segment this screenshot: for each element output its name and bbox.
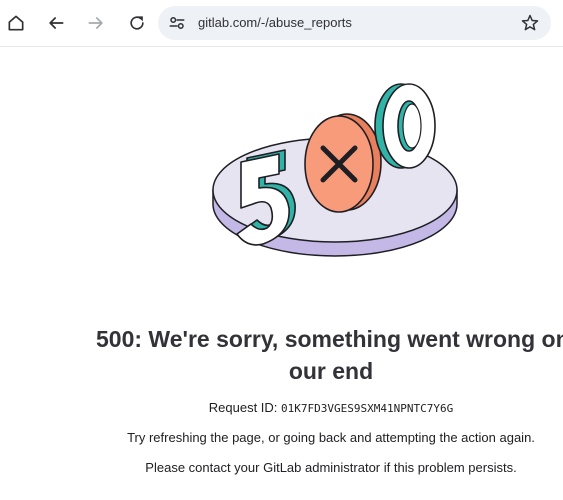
reload-icon bbox=[130, 16, 144, 30]
forward-button[interactable] bbox=[81, 8, 111, 38]
home-icon bbox=[8, 15, 24, 31]
digit-zero bbox=[374, 83, 436, 169]
reload-button[interactable] bbox=[122, 8, 152, 38]
error-title-line1: 500: We're sorry, something went wrong o… bbox=[96, 326, 563, 352]
error-title: 500: We're sorry, something went wrong o… bbox=[96, 323, 563, 387]
error-title-line2: our end bbox=[288, 358, 374, 384]
arrow-right-icon bbox=[88, 17, 103, 29]
request-id-value: 01K7FD3VGES9SXM41NPNTC7Y6G bbox=[281, 402, 454, 415]
url-text[interactable]: gitlab.com/-/abuse_reports bbox=[198, 15, 352, 30]
x-disc bbox=[304, 113, 382, 213]
request-id-label: Request ID: bbox=[208, 400, 278, 415]
arrow-left-icon bbox=[49, 17, 64, 29]
bookmark-button[interactable] bbox=[519, 12, 541, 34]
address-bar[interactable]: gitlab.com/-/abuse_reports bbox=[158, 6, 551, 40]
request-id-row: Request ID: 01K7FD3VGES9SXM41NPNTC7Y6G bbox=[96, 400, 563, 415]
refresh-message: Try refreshing the page, or going back a… bbox=[127, 430, 535, 445]
contact-admin-message: Please contact your GitLab administrator… bbox=[145, 460, 517, 475]
browser-toolbar: gitlab.com/-/abuse_reports bbox=[0, 0, 563, 47]
star-icon bbox=[521, 14, 539, 31]
error-500-illustration bbox=[212, 83, 458, 257]
site-settings-icon[interactable] bbox=[168, 14, 186, 32]
home-button[interactable] bbox=[1, 8, 31, 38]
back-button[interactable] bbox=[41, 8, 71, 38]
